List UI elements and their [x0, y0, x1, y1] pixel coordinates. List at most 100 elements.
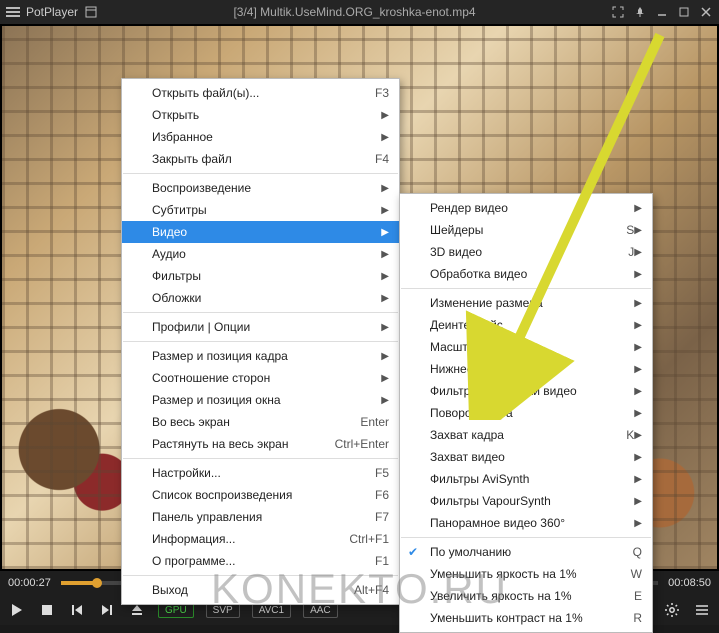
video-menu-item[interactable]: Деинтерлейс▶: [400, 314, 652, 336]
video-menu-item[interactable]: Изменение размера▶: [400, 292, 652, 314]
chevron-right-icon: ▶: [604, 269, 642, 280]
main-menu-item-label: Обложки: [152, 291, 201, 305]
main-menu-item-label: Открыть: [152, 108, 199, 122]
main-menu-item-label: О программе...: [152, 554, 235, 568]
main-menu-item[interactable]: Растянуть на весь экранCtrl+Enter: [122, 433, 399, 455]
video-menu-item[interactable]: Уменьшить яркость на 1%W: [400, 563, 652, 585]
video-menu-item[interactable]: Увеличить яркость на 1%E: [400, 585, 652, 607]
video-menu-separator: [401, 288, 651, 289]
menu-shortcut: F6: [345, 488, 389, 502]
video-menu-item[interactable]: Масштабирование ▶: [400, 336, 652, 358]
video-menu-item-label: 3D видео: [430, 245, 482, 259]
main-menu-item-label: Список воспроизведения: [152, 488, 292, 502]
video-menu-item[interactable]: Захват кадраK ▶: [400, 424, 652, 446]
settings-icon[interactable]: [663, 601, 681, 619]
main-menu-item-label: Профили | Опции: [152, 320, 250, 334]
main-menu-item-label: Открыть файл(ы)...: [152, 86, 259, 100]
chevron-right-icon: ▶: [351, 293, 389, 304]
video-menu-item[interactable]: Фильтры AviSynth▶: [400, 468, 652, 490]
main-menu-item[interactable]: ВыходAlt+F4: [122, 579, 399, 601]
main-menu-item[interactable]: Информация...Ctrl+F1: [122, 528, 399, 550]
video-menu-item-label: Рендер видео: [430, 201, 508, 215]
main-menu-item[interactable]: Субтитры▶: [122, 199, 399, 221]
main-menu-item-label: Фильтры: [152, 269, 201, 283]
chevron-right-icon: ▶: [604, 342, 642, 353]
chevron-right-icon: ▶: [604, 364, 642, 375]
main-menu-item[interactable]: Закрыть файлF4: [122, 148, 399, 170]
main-menu-item[interactable]: Список воспроизведения F6: [122, 484, 399, 506]
main-menu-item-label: Растянуть на весь экран: [152, 437, 288, 451]
stop-button[interactable]: [38, 601, 56, 619]
main-menu-item[interactable]: Открыть▶: [122, 104, 399, 126]
play-button[interactable]: [8, 601, 26, 619]
chevron-right-icon: ▶: [604, 203, 642, 214]
main-menu-item[interactable]: Размер и позиция кадра▶: [122, 345, 399, 367]
close-icon[interactable]: [699, 5, 713, 19]
prev-button[interactable]: [68, 601, 86, 619]
fullscreen-icon[interactable]: [611, 5, 625, 19]
main-menu-item-label: Настройки...: [152, 466, 221, 480]
chevron-right-icon: ▶: [351, 205, 389, 216]
main-menu-item[interactable]: Открыть файл(ы)...F3: [122, 82, 399, 104]
pin-icon[interactable]: [633, 5, 647, 19]
video-menu-item[interactable]: 3D видеоJ ▶: [400, 241, 652, 263]
video-menu-item[interactable]: ШейдерыS ▶: [400, 219, 652, 241]
video-menu-item[interactable]: Уменьшить контраст на 1%R: [400, 607, 652, 629]
chevron-right-icon: ▶: [604, 452, 642, 463]
main-menu-separator: [123, 458, 398, 459]
menu-shortcut: S: [596, 223, 634, 237]
video-menu-item[interactable]: ✔По умолчаниюQ: [400, 541, 652, 563]
video-menu-item[interactable]: Панорамное видео 360°▶: [400, 512, 652, 534]
video-menu-item-label: Поворот кадра: [430, 406, 513, 420]
video-menu-item[interactable]: Фильтры обработки видео▶: [400, 380, 652, 402]
chevron-right-icon: ▶: [351, 132, 389, 143]
menu-shortcut: F5: [345, 466, 389, 480]
chevron-right-icon: ▶: [634, 247, 642, 258]
menu-shortcut: F1: [345, 554, 389, 568]
main-menu-item-label: Воспроизведение: [152, 181, 251, 195]
main-menu-item[interactable]: Избранное▶: [122, 126, 399, 148]
video-menu-item-label: Масштабирование: [430, 340, 534, 354]
main-menu-item[interactable]: Панель управленияF7: [122, 506, 399, 528]
minimize-icon[interactable]: [655, 5, 669, 19]
main-menu-item[interactable]: Видео▶: [122, 221, 399, 243]
main-menu-item[interactable]: Соотношение сторон▶: [122, 367, 399, 389]
video-menu-item-label: Фильтры AviSynth: [430, 472, 529, 486]
video-menu-item[interactable]: Рендер видео ▶: [400, 197, 652, 219]
main-menu-item-label: Выход: [152, 583, 188, 597]
playlist-icon[interactable]: [693, 601, 711, 619]
menu-shortcut: R: [603, 611, 642, 625]
main-menu-item[interactable]: Фильтры▶: [122, 265, 399, 287]
video-menu-item-label: Фильтры VapourSynth: [430, 494, 551, 508]
video-menu-item-label: Деинтерлейс: [430, 318, 503, 332]
video-menu-item[interactable]: Захват видео▶: [400, 446, 652, 468]
main-menu-item-label: Панель управления: [152, 510, 262, 524]
main-menu-item[interactable]: Настройки... F5: [122, 462, 399, 484]
main-menu-item[interactable]: Аудио▶: [122, 243, 399, 265]
main-menu-item[interactable]: Воспроизведение▶: [122, 177, 399, 199]
main-menu-item-label: Закрыть файл: [152, 152, 232, 166]
app-name: PotPlayer: [26, 5, 78, 19]
main-menu-item[interactable]: Во весь экранEnter: [122, 411, 399, 433]
menu-shortcut: E: [604, 589, 642, 603]
video-menu-item[interactable]: Обработка видео▶: [400, 263, 652, 285]
menu-icon[interactable]: [6, 7, 20, 17]
next-button[interactable]: [98, 601, 116, 619]
maximize-icon[interactable]: [677, 5, 691, 19]
main-menu-item[interactable]: Размер и позиция окна▶: [122, 389, 399, 411]
main-menu-item[interactable]: Профили | Опции ▶: [122, 316, 399, 338]
video-menu-item-label: Шейдеры: [430, 223, 483, 237]
playlist-toggle-icon[interactable]: [84, 5, 98, 19]
main-menu-item[interactable]: О программе... F1: [122, 550, 399, 572]
video-menu-item[interactable]: Фильтры VapourSynth▶: [400, 490, 652, 512]
video-menu-item[interactable]: Нижнее поле экрана▶: [400, 358, 652, 380]
main-menu-separator: [123, 173, 398, 174]
chevron-right-icon: ▶: [351, 322, 389, 333]
check-icon: ✔: [408, 545, 418, 559]
time-duration: 00:08:50: [668, 577, 711, 589]
main-menu-item-label: Соотношение сторон: [152, 371, 270, 385]
main-menu-item-label: Видео: [152, 225, 187, 239]
video-menu-item[interactable]: Поворот кадра▶: [400, 402, 652, 424]
seek-thumb[interactable]: [92, 578, 102, 588]
main-menu-item[interactable]: Обложки ▶: [122, 287, 399, 309]
